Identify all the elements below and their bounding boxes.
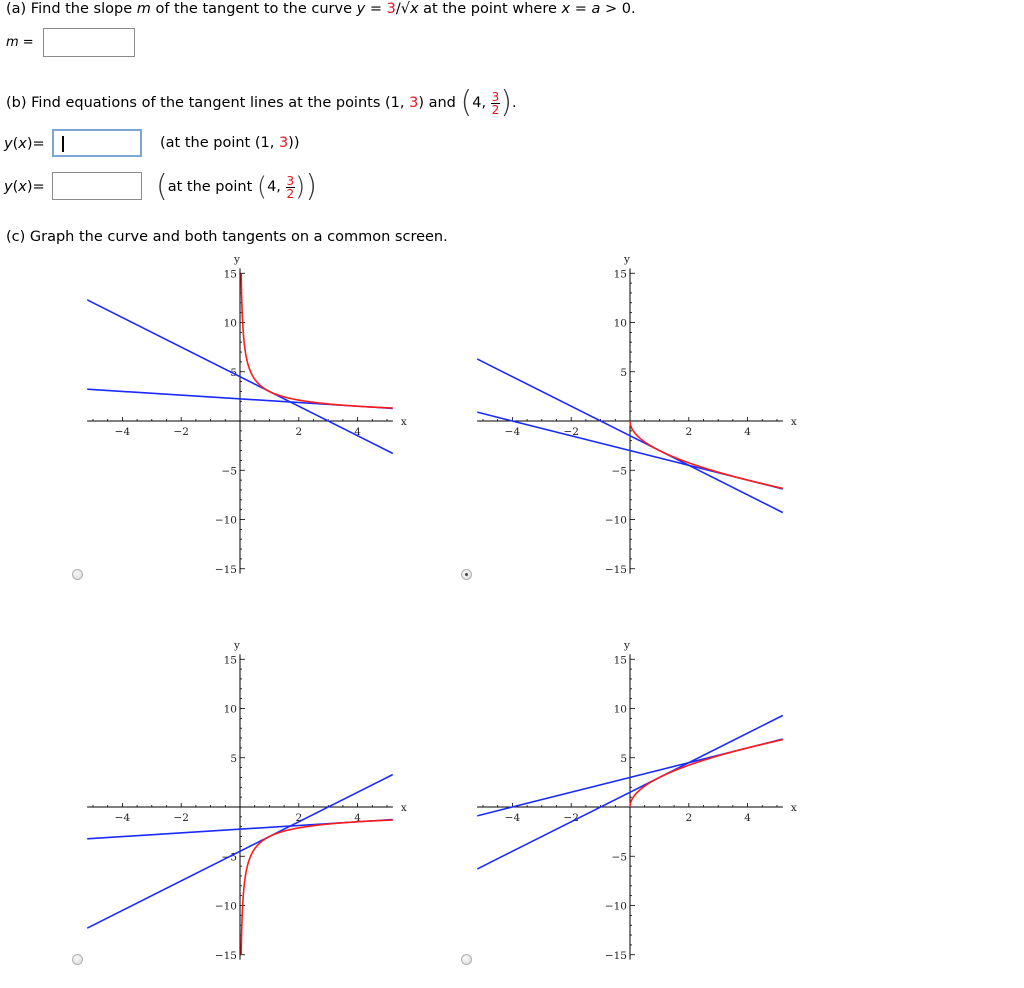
y-axis-label: y: [233, 639, 240, 651]
y-tick-label: 10: [614, 318, 627, 330]
y-tick-label: −10: [215, 901, 237, 913]
radio-option-3[interactable]: [72, 954, 83, 965]
y-axis-label: y: [623, 253, 630, 265]
y-tick-label: 10: [614, 704, 627, 716]
text-caret: [62, 136, 64, 152]
part-c-prompt: (c) Graph the curve and both tangents on…: [6, 229, 448, 245]
curve: [240, 273, 393, 409]
tangent-2-label: y(x)=: [4, 179, 45, 195]
y-tick-label: −10: [605, 515, 627, 527]
graph-option-4: −4 −2 2 415105−5−10−15xy: [477, 639, 797, 962]
y-tick-label: −5: [612, 851, 627, 863]
y-tick-label: −15: [215, 950, 237, 962]
y-tick-label: 10: [224, 318, 237, 330]
x-axis-label: x: [791, 802, 797, 814]
y-tick-label: 5: [230, 753, 237, 765]
y-tick-label: 10: [224, 704, 237, 716]
x-tick-label: −4: [505, 426, 521, 438]
x-tick-label: 2: [685, 426, 692, 438]
radio-option-2[interactable]: [461, 569, 472, 580]
graph-option-3: −4−22415105−5−10−15xy: [87, 639, 407, 962]
y-tick-label: 15: [224, 268, 237, 280]
x-tick-label: 4: [744, 812, 751, 824]
slope-input[interactable]: [43, 28, 135, 57]
y-tick-label: 5: [620, 367, 627, 379]
y-tick-label: −10: [215, 515, 237, 527]
part-b-prompt: (b) Find equations of the tangent lines …: [6, 85, 517, 120]
curve: [629, 738, 783, 807]
graph-option-2: −4 −2 2 415105−5−10−15xy: [477, 253, 797, 576]
y-tick-label: −15: [215, 564, 237, 576]
y-tick-label: −15: [605, 564, 627, 576]
y-tick-label: 15: [224, 654, 237, 666]
x-tick-label: 2: [295, 426, 302, 438]
x-tick-label: −2: [173, 426, 188, 438]
x-axis-label: x: [401, 802, 407, 814]
y-tick-label: −5: [612, 465, 627, 477]
y-tick-label: −15: [605, 950, 627, 962]
radio-option-1[interactable]: [72, 569, 83, 580]
fraction: 32: [285, 173, 296, 201]
x-tick-label: −4: [505, 812, 521, 824]
fraction: 32: [490, 89, 501, 117]
tangent-2-note: (at the point (4, 3 2)): [156, 169, 318, 204]
tangent-1-input[interactable]: [52, 129, 142, 157]
tangent-1-label: y(x)=: [4, 136, 45, 152]
y-axis-label: y: [623, 639, 630, 651]
x-tick-label: −4: [115, 812, 131, 824]
radio-option-4[interactable]: [461, 954, 472, 965]
y-axis-label: y: [233, 253, 240, 265]
y-tick-label: 15: [614, 654, 627, 666]
x-axis-label: x: [791, 416, 797, 428]
y-tick-label: 5: [620, 753, 627, 765]
y-tick-label: −10: [605, 901, 627, 913]
tangent-1-note: (at the point (1, 3)): [160, 135, 300, 151]
slope-label: m =: [6, 35, 34, 50]
x-tick-label: −2: [173, 812, 188, 824]
x-tick-label: 2: [685, 812, 692, 824]
curve: [629, 421, 783, 490]
x-axis-label: x: [401, 416, 407, 428]
curve: [240, 819, 393, 955]
graph-option-1: −4−22415105−5−10−15xy: [87, 253, 407, 576]
x-tick-label: −4: [115, 426, 131, 438]
x-tick-label: 4: [744, 426, 751, 438]
y-tick-label: 15: [614, 268, 627, 280]
tangent-2-input[interactable]: [52, 172, 142, 200]
y-tick-label: −5: [222, 465, 237, 477]
part-a-prompt: (a) Find the slope m of the tangent to t…: [6, 1, 636, 17]
